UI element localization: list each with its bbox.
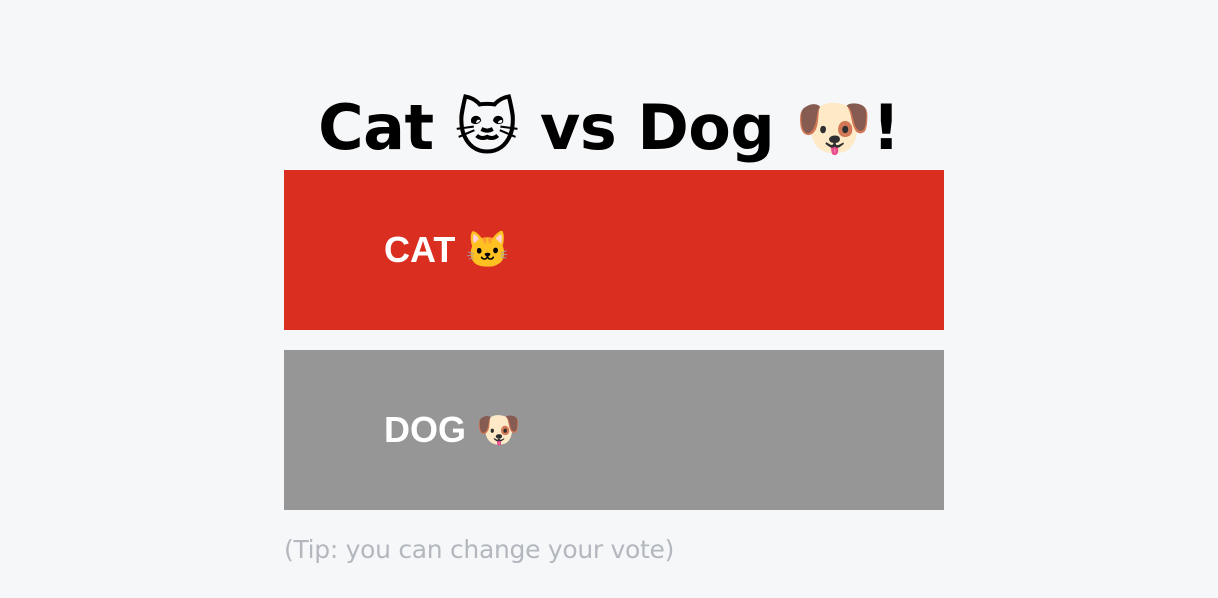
vote-dog-label: DOG 🐶 <box>384 409 521 450</box>
vote-cat-label: CAT 🐱 <box>384 229 511 270</box>
page-title: Cat 🐱 vs Dog 🐶! <box>318 90 900 164</box>
tip-text: (Tip: you can change your vote) <box>284 535 675 564</box>
vote-cat-button[interactable]: CAT 🐱 <box>284 170 944 330</box>
vote-dog-button[interactable]: DOG 🐶 <box>284 350 944 510</box>
